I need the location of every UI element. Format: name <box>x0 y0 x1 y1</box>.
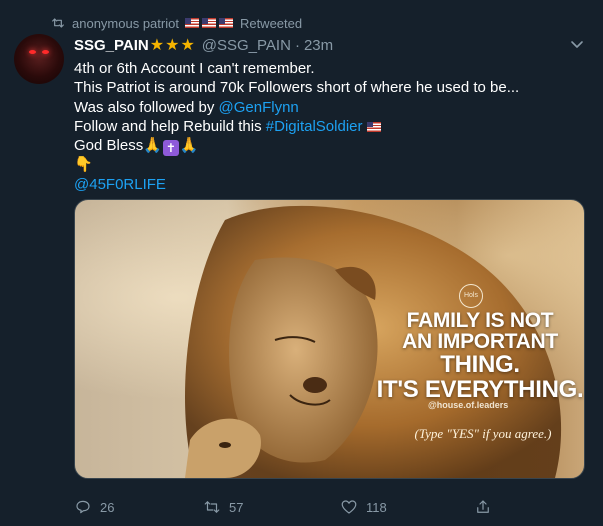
cross-icon: ✝ <box>162 140 179 157</box>
reply-button[interactable]: 26 <box>74 498 114 516</box>
quote-line: AN IMPORTANT <box>402 330 558 353</box>
chevron-down-icon[interactable] <box>569 36 585 52</box>
avatar[interactable] <box>14 34 64 84</box>
retweet-icon <box>204 501 220 513</box>
share-icon <box>477 500 489 513</box>
tweet-header: SSG_PAIN ★★★ @SSG_PAIN · 23m <box>74 35 333 55</box>
image-credit: @house.of.leaders <box>428 400 509 410</box>
tweet-timestamp[interactable]: 23m <box>304 37 333 54</box>
retweeted-label: Retweeted <box>239 15 303 31</box>
retweet-icon <box>52 18 64 28</box>
share-button[interactable] <box>474 498 492 516</box>
retweet-indicator: anonymous patriot Retweeted <box>50 14 302 32</box>
tweet-line: Was also followed by @GenFlynn <box>74 98 584 117</box>
retweet-count: 57 <box>229 499 244 515</box>
retweeter-name[interactable]: anonymous patriot <box>72 16 179 31</box>
display-name[interactable]: SSG_PAIN <box>74 37 149 54</box>
tweet-image[interactable]: Hols FAMILY IS NOT AN IMPORTANT THING. I… <box>74 199 585 479</box>
user-handle[interactable]: @SSG_PAIN <box>202 37 291 54</box>
tweet-text: 4th or 6th Account I can't remember. Thi… <box>74 59 584 194</box>
retweet-button[interactable]: 57 <box>203 498 243 516</box>
tweet-line: @45F0RLIFE <box>74 175 584 194</box>
tweet-line-text: God Bless <box>74 137 144 155</box>
star-badges: ★★★ <box>149 37 196 54</box>
avatar-eye <box>29 50 36 54</box>
avatar-eye <box>42 50 49 54</box>
quote-line: IT'S EVERYTHING. <box>376 376 584 403</box>
tweet-actions: 26 57 118 <box>74 497 584 517</box>
hashtag-link[interactable]: #DigitalSoldier <box>266 118 363 135</box>
like-count: 118 <box>366 499 387 515</box>
reply-icon <box>76 500 90 514</box>
tweet-line: This Patriot is around 70k Followers sho… <box>74 79 520 97</box>
heart-icon <box>341 500 357 514</box>
tweet-line: Follow and help Rebuild this #DigitalSol… <box>74 117 584 136</box>
us-flag-icon <box>218 18 233 28</box>
us-flag-icon <box>366 121 381 132</box>
mention-link[interactable]: @GenFlynn <box>219 99 299 116</box>
tweet-line-text: Was also followed by <box>74 98 219 116</box>
tweet-line-text: Follow and help Rebuild this <box>74 117 266 135</box>
pointing-down-icon: 👇 <box>74 156 93 174</box>
praying-hands-icon: 🙏 <box>179 137 199 155</box>
mention-link[interactable]: @45F0RLIFE <box>74 176 166 193</box>
separator-dot: · <box>294 36 300 54</box>
tweet-line: God Bless🙏 ✝ 🙏 <box>74 136 584 157</box>
tweet-line: 👇 <box>74 155 584 174</box>
image-cta: (Type "YES" if you agree.) <box>414 426 552 441</box>
tweet-line: 4th or 6th Account I can't remember. <box>74 60 315 77</box>
like-button[interactable]: 118 <box>340 498 387 516</box>
quote-line: FAMILY IS NOT <box>406 309 554 332</box>
praying-hands-icon: 🙏 <box>143 137 162 155</box>
reply-count: 26 <box>100 499 115 515</box>
us-flag-icon <box>201 18 216 28</box>
brand-logo: Hols <box>459 284 483 308</box>
us-flag-icon <box>184 18 199 28</box>
image-quote: FAMILY IS NOT AN IMPORTANT THING. IT'S E… <box>375 309 584 403</box>
flag-emojis <box>184 18 234 28</box>
quote-line: THING. <box>440 351 520 378</box>
